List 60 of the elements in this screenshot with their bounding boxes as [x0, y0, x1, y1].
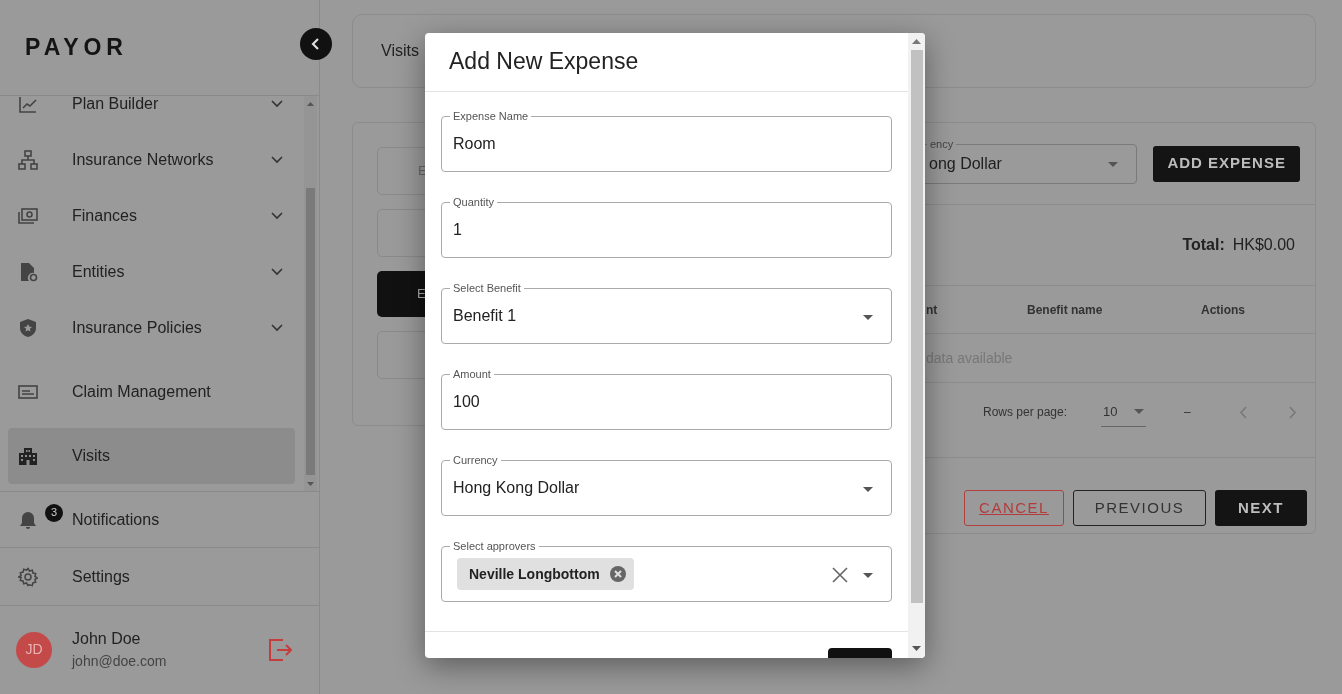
- bell-icon: [18, 509, 38, 530]
- column-header: Benefit name: [1027, 301, 1104, 319]
- avatar: JD: [16, 631, 52, 668]
- column-header: Actions: [1201, 301, 1246, 319]
- chart-icon: [18, 96, 38, 114]
- nav-item[interactable]: Plan Builder: [0, 96, 295, 132]
- chevron-left-icon: [311, 38, 321, 50]
- scrollbar[interactable]: [908, 33, 925, 658]
- total-label: Total:: [1182, 235, 1225, 255]
- field-label: Expense Name: [450, 109, 532, 123]
- previous-button[interactable]: PREVIOUS: [1073, 490, 1206, 526]
- field-label: Quantity: [450, 195, 497, 209]
- nav-item[interactable]: Finances: [0, 188, 295, 244]
- rows-per-page-label: Rows per page:: [983, 404, 1068, 421]
- next-page-icon[interactable]: [1288, 405, 1297, 419]
- dialog-title: Add New Expense: [449, 48, 639, 76]
- nav-item[interactable]: Claim Management: [0, 364, 295, 420]
- logo: PAYOR: [25, 33, 128, 63]
- card-icon: [18, 382, 38, 402]
- field-label: Currency: [450, 453, 501, 467]
- money-icon: [18, 206, 38, 226]
- file-gear-icon: [18, 262, 38, 282]
- user-email: john@doe.com: [72, 652, 168, 671]
- rows-per-page-select[interactable]: 10: [1101, 397, 1147, 427]
- field-label: Select Benefit: [450, 281, 524, 295]
- chevron-down-icon: [271, 100, 283, 108]
- caret-icon: [863, 315, 873, 320]
- caret-icon: [863, 487, 873, 492]
- nav-item[interactable]: Insurance Networks: [0, 132, 295, 188]
- user-name: John Doe: [72, 629, 142, 649]
- total-value: HK$0.00: [1232, 235, 1295, 255]
- field-label: Select approvers: [450, 539, 539, 553]
- caret-icon: [863, 573, 873, 578]
- caret-icon: [1108, 161, 1119, 167]
- building-icon: [18, 446, 38, 466]
- chevron-down-icon: [271, 268, 283, 276]
- remove-icon[interactable]: [609, 566, 626, 582]
- nav-item[interactable]: Entities: [0, 244, 295, 300]
- nav-item[interactable]: Insurance Policies: [0, 300, 295, 356]
- add-expense-button[interactable]: ADD EXPENSE: [1153, 145, 1300, 182]
- settings-icon: [18, 566, 38, 587]
- nav-item[interactable]: Visits: [8, 428, 295, 484]
- nav-label[interactable]: Settings: [72, 564, 130, 589]
- clear-icon[interactable]: [832, 567, 848, 583]
- notification-badge: 3: [45, 503, 63, 522]
- chevron-down-icon: [271, 324, 283, 332]
- chevron-down-icon: [271, 212, 283, 220]
- caret-icon: [1134, 409, 1145, 414]
- column-header: nt: [926, 301, 939, 319]
- previous-page-icon[interactable]: [1238, 405, 1247, 419]
- logout-icon[interactable]: [269, 638, 293, 661]
- network-icon: [18, 150, 38, 170]
- collapse-button[interactable]: [300, 28, 332, 60]
- breadcrumb-item[interactable]: Visits: [381, 39, 419, 63]
- field-label: Amount: [450, 367, 494, 381]
- nav-label[interactable]: Notifications: [72, 507, 160, 532]
- next-button[interactable]: NEXT: [1215, 490, 1307, 526]
- page-range: –: [1184, 404, 1191, 421]
- chevron-down-icon: [271, 156, 283, 164]
- shield-icon: [18, 318, 38, 338]
